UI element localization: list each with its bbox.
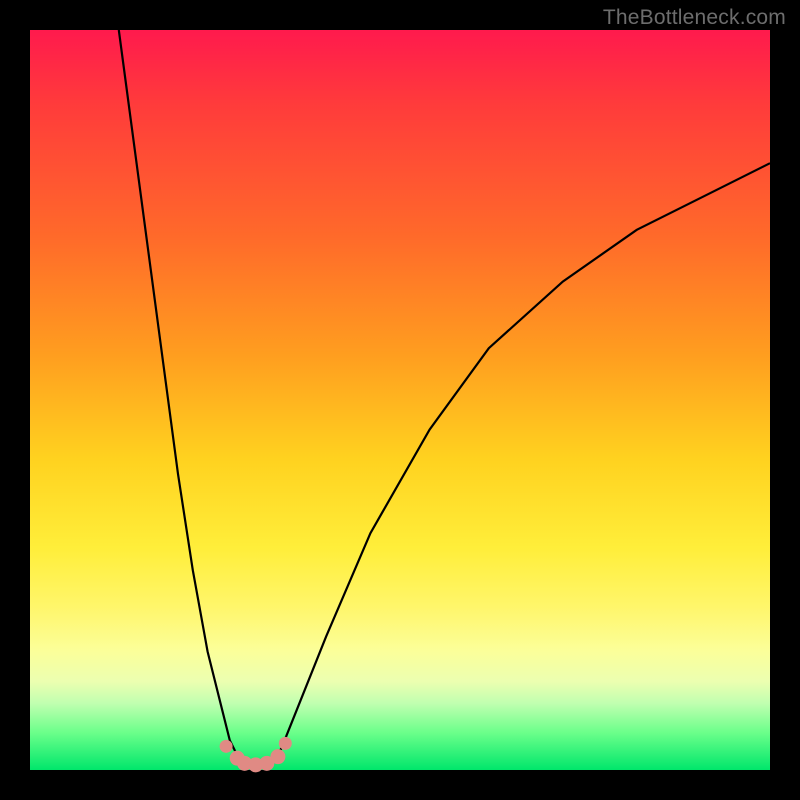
left-branch-curve <box>119 30 245 763</box>
right-branch-curve <box>274 163 770 762</box>
curve-layer <box>30 30 770 770</box>
watermark-text: TheBottleneck.com <box>603 6 786 30</box>
data-point <box>279 737 292 750</box>
plot-area <box>30 30 770 770</box>
chart-frame: TheBottleneck.com <box>0 0 800 800</box>
data-point <box>220 740 233 753</box>
bottom-dot-cluster <box>220 737 292 772</box>
data-point <box>270 749 285 764</box>
